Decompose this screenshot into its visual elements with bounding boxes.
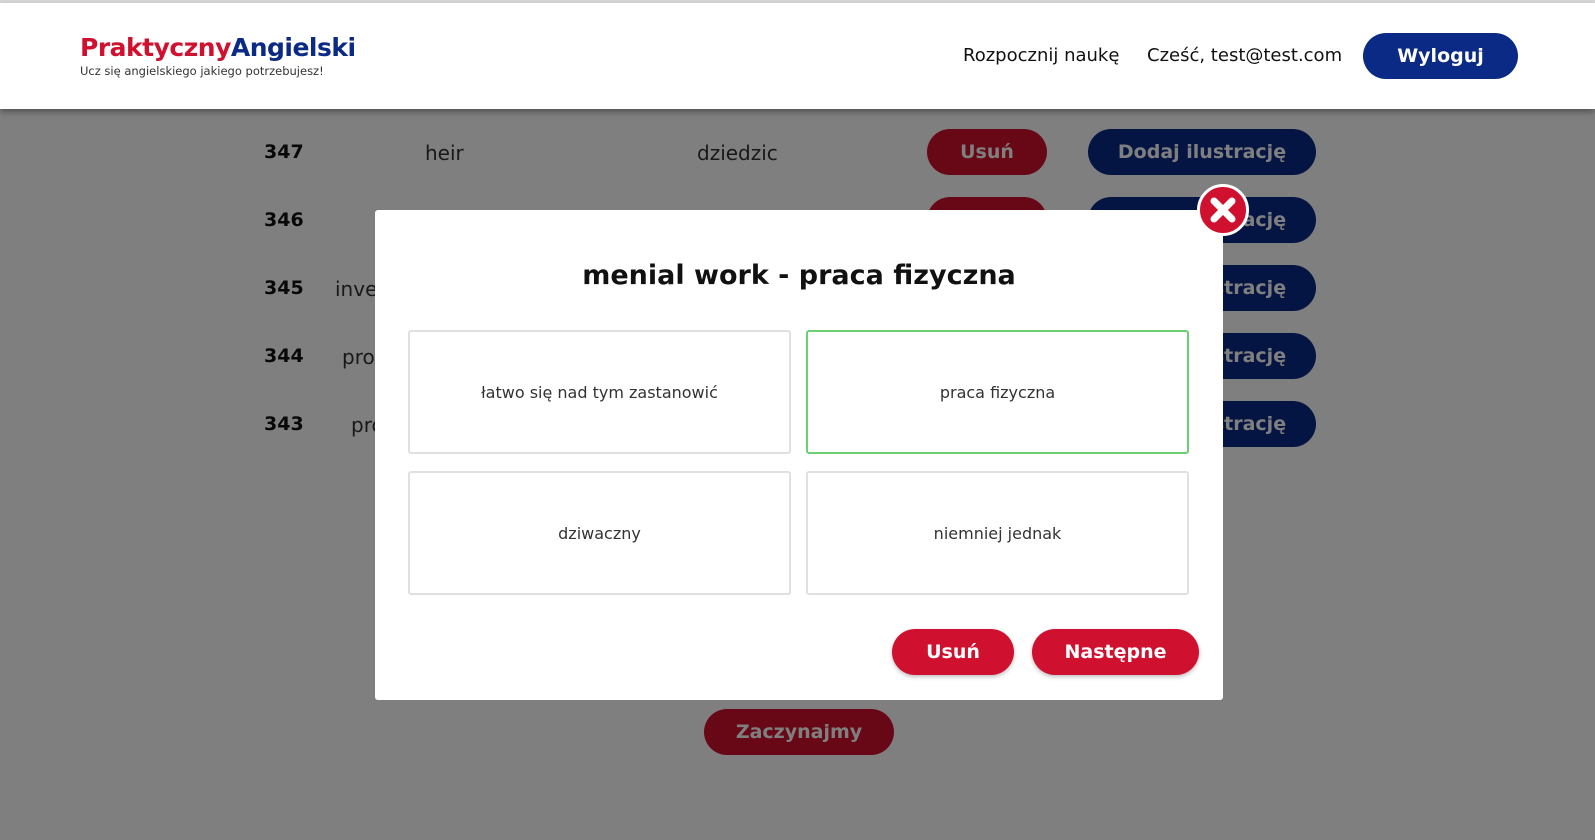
logo-title: PraktycznyAngielski: [80, 33, 356, 63]
quiz-question: menial work - praca fizyczna: [582, 260, 1016, 291]
site-header: PraktycznyAngielski Ucz się angielskiego…: [0, 3, 1595, 109]
logout-button[interactable]: Wyloguj: [1363, 33, 1518, 79]
answer-option-correct[interactable]: praca fizyczna: [806, 330, 1189, 454]
logo[interactable]: PraktycznyAngielski Ucz się angielskiego…: [80, 33, 356, 78]
close-icon: [1210, 197, 1236, 223]
next-question-button[interactable]: Następne: [1032, 629, 1199, 675]
logo-tagline: Ucz się angielskiego jakiego potrzebujes…: [80, 64, 324, 78]
answer-option[interactable]: dziwaczny: [408, 471, 791, 595]
logo-part-angielski: Angielski: [230, 33, 356, 62]
logo-part-praktyczny: Praktyczny: [80, 33, 231, 62]
nav-start-learning-link[interactable]: Rozpocznij naukę: [963, 45, 1119, 66]
answer-option[interactable]: niemniej jednak: [806, 471, 1189, 595]
quiz-modal: menial work - praca fizyczna łatwo się n…: [375, 184, 1249, 700]
modal-delete-button[interactable]: Usuń: [892, 629, 1014, 675]
answer-option[interactable]: łatwo się nad tym zastanowić: [408, 330, 791, 454]
close-modal-button[interactable]: [1197, 184, 1249, 236]
user-greeting: Cześć, test@test.com: [1147, 45, 1343, 66]
